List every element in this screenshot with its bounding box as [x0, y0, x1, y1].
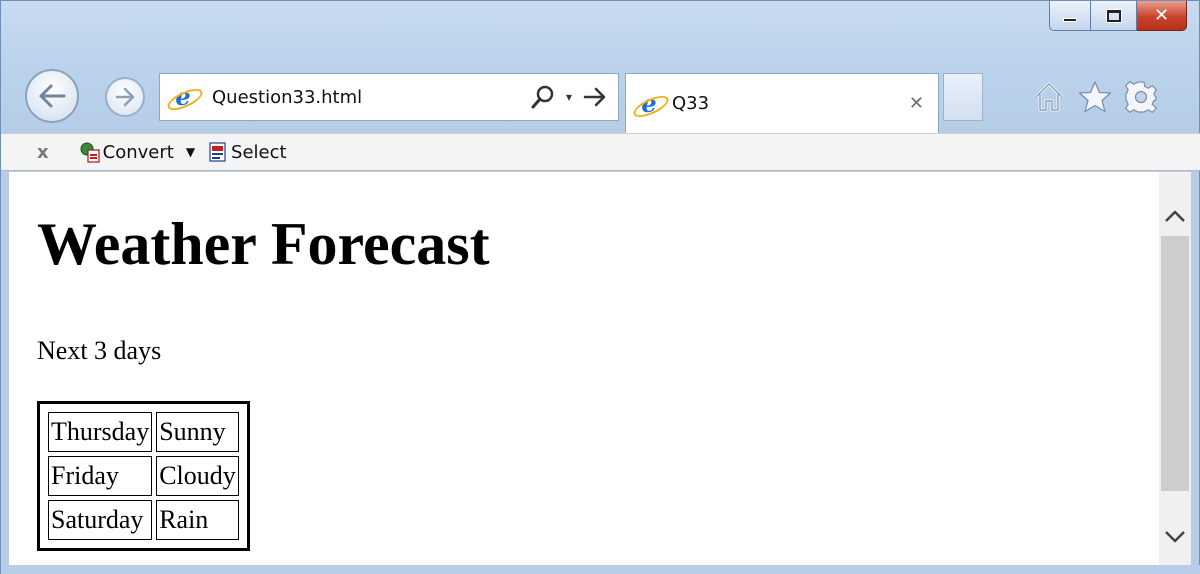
forecast-grid: Thursday Sunny Friday Cloudy Saturday Ra…	[44, 408, 243, 544]
back-button[interactable]	[25, 69, 79, 123]
go-arrow-icon[interactable]	[582, 84, 608, 110]
forward-arrow-icon	[115, 87, 135, 107]
weather-cell: Rain	[156, 500, 239, 540]
day-cell: Thursday	[48, 412, 153, 452]
minimize-button[interactable]	[1049, 1, 1091, 31]
gear-icon[interactable]	[1123, 79, 1159, 115]
select-button[interactable]: Select	[207, 141, 287, 163]
close-icon: ✕	[1153, 5, 1170, 26]
page-title: Weather Forecast	[37, 211, 490, 277]
tab-q33[interactable]: e Q33 ✕	[625, 73, 939, 133]
ie-page-icon: e	[170, 84, 196, 110]
search-dropdown-icon[interactable]: ▾	[566, 90, 572, 104]
convert-label: Convert	[102, 141, 174, 163]
address-tools: ▾	[530, 84, 608, 110]
tab-title: Q33	[672, 93, 710, 114]
chevron-down-icon	[1165, 531, 1185, 543]
address-text[interactable]: Question33.html	[212, 87, 530, 108]
table-row: Thursday Sunny	[48, 412, 239, 452]
page-subtitle: Next 3 days	[37, 336, 162, 365]
vertical-scrollbar[interactable]	[1159, 172, 1191, 565]
command-bar: x Convert ▼ Select	[1, 133, 1200, 171]
scroll-thumb[interactable]	[1161, 236, 1189, 491]
back-arrow-icon	[39, 84, 66, 108]
home-icon[interactable]	[1031, 79, 1067, 115]
weather-cell: Sunny	[156, 412, 239, 452]
minimize-icon	[1063, 17, 1077, 22]
close-window-button[interactable]: ✕	[1137, 1, 1187, 31]
star-icon[interactable]	[1077, 79, 1113, 115]
page-content: Weather Forecast Next 3 days Thursday Su…	[9, 172, 1159, 565]
tab-close-icon[interactable]: ✕	[909, 93, 924, 114]
select-label: Select	[231, 141, 287, 163]
weather-cell: Cloudy	[156, 456, 239, 496]
browser-window: ✕ e Question33.html ▾ e Q33 ✕ x Convert …	[0, 0, 1200, 574]
forecast-table: Thursday Sunny Friday Cloudy Saturday Ra…	[37, 401, 250, 551]
window-bottom-edge	[1, 565, 1200, 574]
maximize-button[interactable]	[1091, 1, 1137, 31]
day-cell: Saturday	[48, 500, 153, 540]
convert-button[interactable]: Convert ▼	[79, 141, 195, 163]
chevron-up-icon	[1165, 210, 1185, 222]
table-row: Saturday Rain	[48, 500, 239, 540]
day-cell: Friday	[48, 456, 153, 496]
convert-dropdown-icon[interactable]: ▼	[186, 145, 195, 159]
forward-button[interactable]	[105, 77, 145, 117]
scroll-down-button[interactable]	[1159, 517, 1191, 557]
close-command-bar-button[interactable]: x	[37, 142, 49, 163]
table-row: Friday Cloudy	[48, 456, 239, 496]
select-pdf-icon	[209, 142, 226, 162]
search-icon[interactable]	[530, 84, 556, 110]
ie-tab-icon: e	[636, 91, 662, 117]
window-caption-buttons: ✕	[1049, 1, 1187, 31]
new-tab-button[interactable]	[943, 73, 983, 121]
address-bar[interactable]: e Question33.html ▾	[159, 73, 619, 121]
convert-pdf-icon	[80, 142, 100, 163]
scroll-up-button[interactable]	[1159, 196, 1191, 236]
maximize-icon	[1106, 9, 1121, 22]
navigation-bar: e Question33.html ▾ e Q33 ✕	[1, 61, 1200, 133]
toolbar-icons	[1031, 79, 1159, 115]
